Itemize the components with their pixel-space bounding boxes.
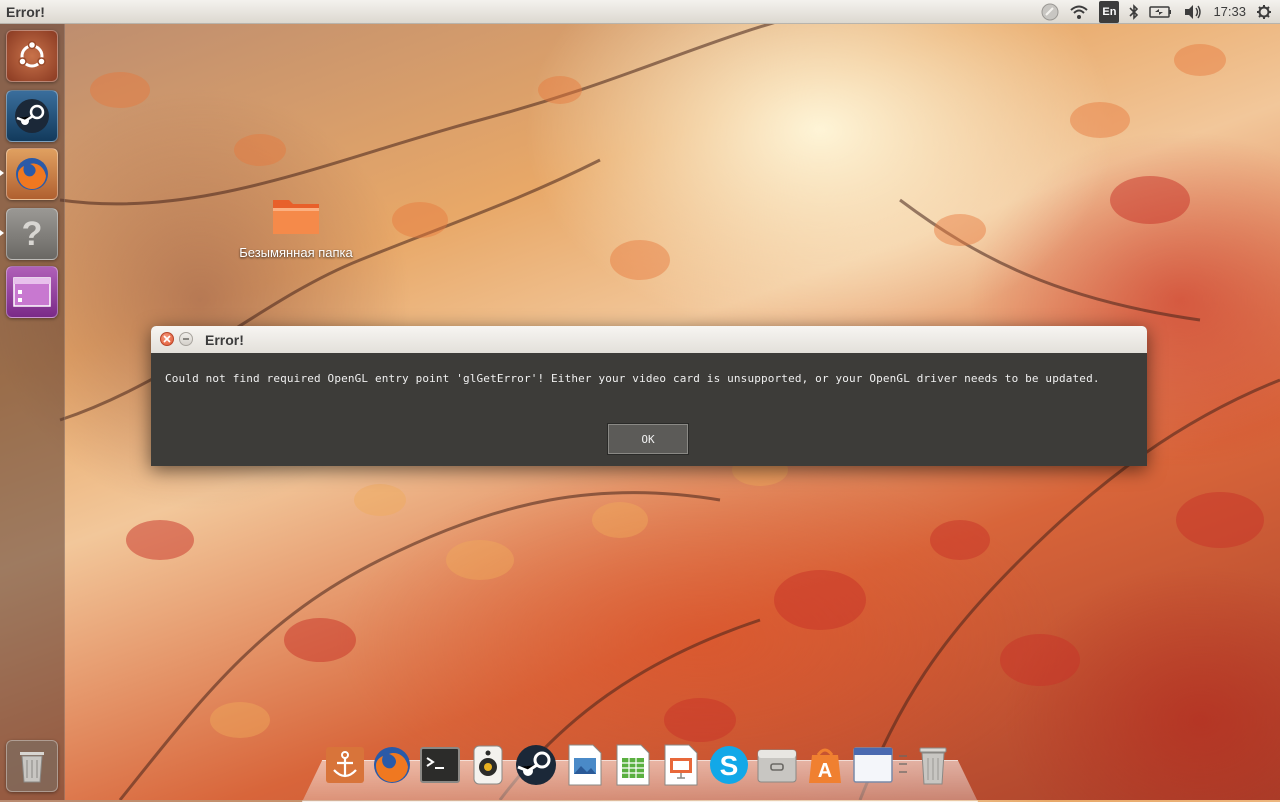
window-icon[interactable] [852,744,894,786]
speaker-app-icon[interactable] [467,744,509,786]
skype-icon[interactable]: S [708,744,750,786]
presentation-icon[interactable] [660,744,702,786]
running-indicator [0,230,4,236]
anchor-icon[interactable] [324,744,366,786]
document-viewer-icon[interactable] [564,744,606,786]
firefox-icon[interactable] [6,148,58,200]
ok-button[interactable]: OK [607,423,689,455]
error-message: Could not find required OpenGL entry poi… [165,372,1100,385]
steam-tray-icon[interactable] [1041,2,1059,22]
launcher: ? [0,24,65,800]
bluetooth-icon[interactable] [1129,2,1139,22]
folder-icon [273,200,319,234]
ubuntu-dash-icon[interactable] [6,30,58,82]
firefox-icon[interactable] [371,744,413,786]
steam-icon[interactable] [6,90,58,142]
svg-text:S: S [720,750,739,781]
indicator-area: En 17:33 [1041,0,1272,23]
battery-icon[interactable] [1149,2,1173,22]
spreadsheet-icon[interactable] [612,744,654,786]
error-dialog: Error! Could not find required OpenGL en… [151,326,1147,466]
keyboard-layout-indicator[interactable]: En [1099,0,1120,23]
desktop-folder-label: Безымянная папка [239,245,353,260]
session-gear-icon[interactable] [1256,2,1272,22]
workspace-switcher-icon[interactable] [6,266,58,318]
file-manager-icon[interactable] [756,744,798,786]
dialog-title: Error! [205,331,244,348]
top-panel: Error! En 17:33 [0,0,1280,24]
clock[interactable]: 17:33 [1213,2,1246,22]
volume-icon[interactable] [1183,2,1203,22]
terminal-icon[interactable] [419,744,461,786]
close-icon [163,335,171,343]
close-button[interactable] [160,332,174,346]
help-icon[interactable]: ? [6,208,58,260]
window-title: Error! [6,3,45,20]
minimize-icon [183,338,189,340]
dialog-titlebar[interactable]: Error! [151,326,1147,353]
svg-text:A: A [818,760,832,782]
wifi-icon[interactable] [1069,2,1089,22]
minimize-button[interactable] [179,332,193,346]
software-center-icon[interactable]: A [804,744,846,786]
steam-icon[interactable] [515,744,557,786]
running-indicator [0,170,4,176]
trash-icon[interactable] [912,744,954,786]
trash-icon[interactable] [6,740,58,792]
desktop-folder[interactable]: Безымянная папка [226,194,366,260]
dock-separator [896,744,910,786]
